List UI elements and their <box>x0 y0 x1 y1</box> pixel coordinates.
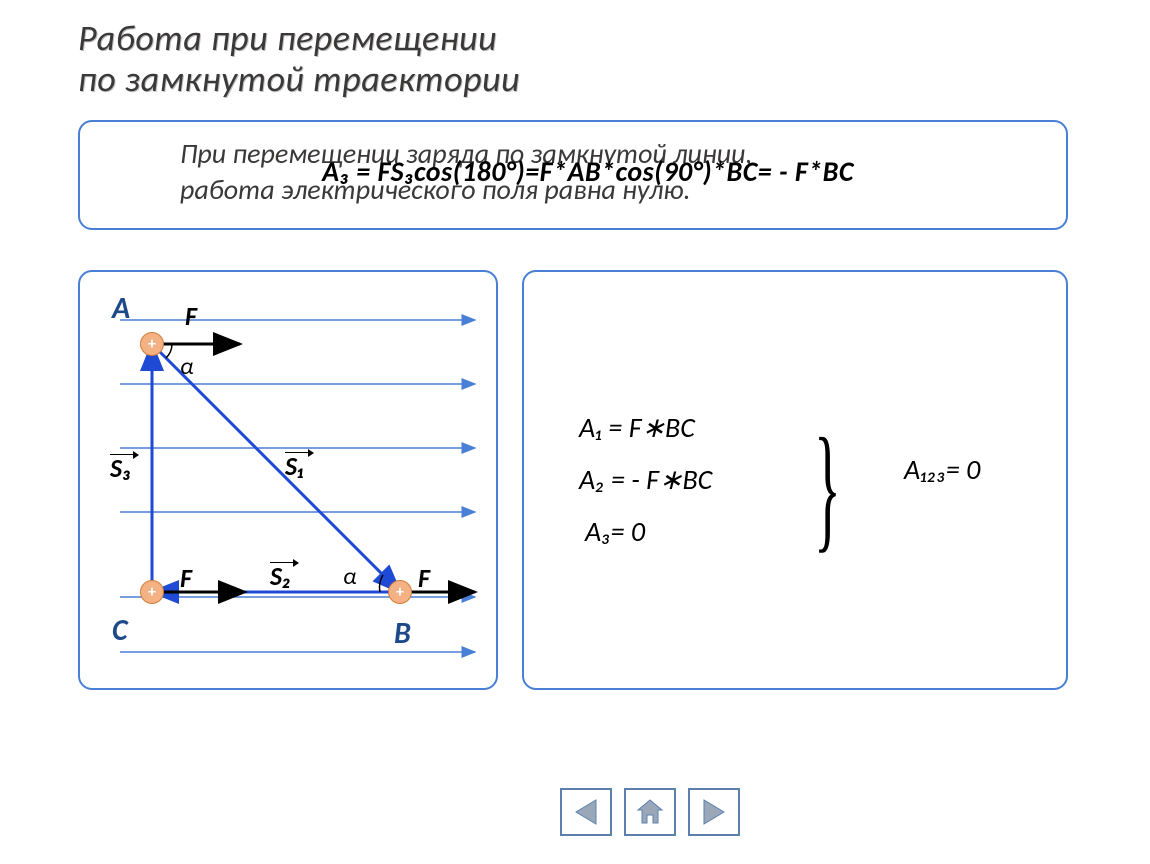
label-f-c: F <box>180 562 192 594</box>
slide-title: Работа при перемещении по замкнутой трае… <box>78 18 520 101</box>
equation-a2: A₂ = - F∗BC <box>579 454 712 506</box>
description-line-2: работа электрического поля равна нулю. <box>180 172 691 207</box>
vec-s1-arrow <box>285 452 309 453</box>
label-a: A <box>112 290 130 327</box>
label-s3: S₃ <box>110 452 131 484</box>
label-s2: S₂ <box>270 560 291 592</box>
home-icon <box>634 796 666 828</box>
next-button[interactable] <box>688 788 740 836</box>
nav-controls <box>560 788 740 836</box>
equation-result: A₁₂₃= 0 <box>904 452 980 487</box>
title-line-1: Работа при перемещении <box>78 16 497 60</box>
label-alpha-a: α <box>180 352 194 381</box>
label-c: C <box>112 612 128 649</box>
charge-a: + <box>140 332 164 356</box>
label-s1: S₁ <box>285 450 304 482</box>
charge-c: + <box>140 580 164 604</box>
vec-s3-arrow <box>110 454 134 455</box>
equation-a3: A₃= 0 <box>585 506 712 558</box>
brace: } <box>814 407 841 568</box>
label-alpha-b: α <box>343 562 357 591</box>
triangle-left-icon <box>570 796 602 828</box>
label-f-b: F <box>418 562 430 594</box>
title-line-2: по замкнутой траектории <box>78 57 520 101</box>
vec-s2-arrow <box>270 562 294 563</box>
triangle-right-icon <box>698 796 730 828</box>
charge-b: + <box>388 580 412 604</box>
home-button[interactable] <box>624 788 676 836</box>
equations-panel: A₁ = F∗BC A₂ = - F∗BC A₃= 0 } A₁₂₃= 0 <box>522 270 1068 690</box>
prev-button[interactable] <box>560 788 612 836</box>
diagram-panel: + + + A C B F F F α α S₃ S₁ S₂ <box>78 270 498 690</box>
equation-list: A₁ = F∗BC A₂ = - F∗BC A₃= 0 <box>579 402 712 557</box>
description-line-1: При перемещении заряда по замкнутой лини… <box>180 136 752 171</box>
description-panel: При перемещении заряда по замкнутой лини… <box>78 120 1068 230</box>
label-b: B <box>394 615 411 652</box>
description-text: При перемещении заряда по замкнутой лини… <box>180 136 966 209</box>
equation-a1: A₁ = F∗BC <box>579 402 712 454</box>
label-f-a: F <box>185 300 197 332</box>
